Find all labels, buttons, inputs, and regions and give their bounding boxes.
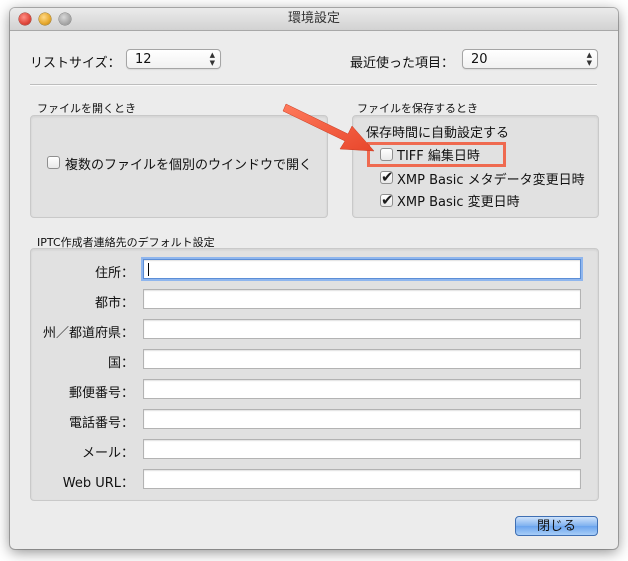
- updown-arrows-icon: ▲ ▼: [586, 51, 592, 67]
- updown-arrows-icon: ▲ ▼: [209, 51, 215, 67]
- annotation-highlight-box: [367, 142, 506, 167]
- list-size-label: リストサイズ：: [30, 56, 121, 71]
- list-size-select[interactable]: 12 ▲ ▼: [126, 49, 221, 69]
- phone-field[interactable]: [143, 409, 581, 429]
- minimize-window-icon[interactable]: [39, 13, 51, 25]
- iptc-section-box: [30, 248, 599, 501]
- email-field[interactable]: [143, 439, 581, 459]
- open-separate-windows-checkbox[interactable]: [47, 156, 60, 169]
- window-title: 環境設定: [287, 11, 340, 26]
- country-label: 国：: [107, 356, 134, 371]
- web-url-field[interactable]: [143, 469, 581, 489]
- checkmark-icon: ✔: [381, 168, 394, 186]
- preferences-window: 環境設定 リストサイズ： 12 ▲ ▼ 最近使った項目： 20 ▲ ▼ ファイルを開…: [10, 8, 618, 549]
- save-section-subtitle: 保存時間に自動設定する: [366, 126, 510, 141]
- open-separate-windows-label: 複数のファイルを個別のウインドウで開く: [65, 158, 313, 173]
- xmp-modify-date-label: XMP Basic 変更日時: [397, 195, 520, 210]
- postal-code-label: 郵便番号：: [68, 386, 134, 401]
- address-label: 住所：: [94, 266, 134, 281]
- country-field[interactable]: [143, 349, 581, 369]
- phone-label: 電話番号：: [68, 416, 134, 431]
- email-label: メール：: [81, 446, 134, 461]
- zoom-window-icon[interactable]: [59, 13, 71, 25]
- postal-code-field[interactable]: [143, 379, 581, 399]
- list-size-value: 12: [135, 52, 152, 67]
- annotation-arrow-icon: [282, 103, 375, 152]
- xmp-metadata-date-label: XMP Basic メタデータ変更日時: [397, 173, 585, 188]
- open-section-title: ファイルを開くとき: [37, 102, 136, 115]
- recent-items-label: 最近使った項目：: [350, 56, 455, 71]
- close-button[interactable]: 閉じる: [515, 516, 598, 536]
- address-field[interactable]: [143, 259, 581, 279]
- close-window-icon[interactable]: [19, 13, 31, 25]
- state-field[interactable]: [143, 319, 581, 339]
- xmp-metadata-date-checkbox[interactable]: ✔: [380, 168, 394, 186]
- recent-items-select[interactable]: 20 ▲ ▼: [462, 49, 598, 69]
- title-bar: 環境設定: [10, 8, 618, 31]
- checkmark-icon: ✔: [381, 191, 394, 209]
- text-caret: [148, 263, 149, 276]
- state-label: 州／都道府県：: [42, 326, 134, 341]
- xmp-modify-date-checkbox[interactable]: ✔: [380, 191, 394, 209]
- city-field[interactable]: [143, 289, 581, 309]
- recent-items-value: 20: [471, 52, 488, 67]
- city-label: 都市：: [94, 296, 134, 311]
- divider: [30, 84, 597, 86]
- web-url-label: Web URL：: [62, 476, 134, 491]
